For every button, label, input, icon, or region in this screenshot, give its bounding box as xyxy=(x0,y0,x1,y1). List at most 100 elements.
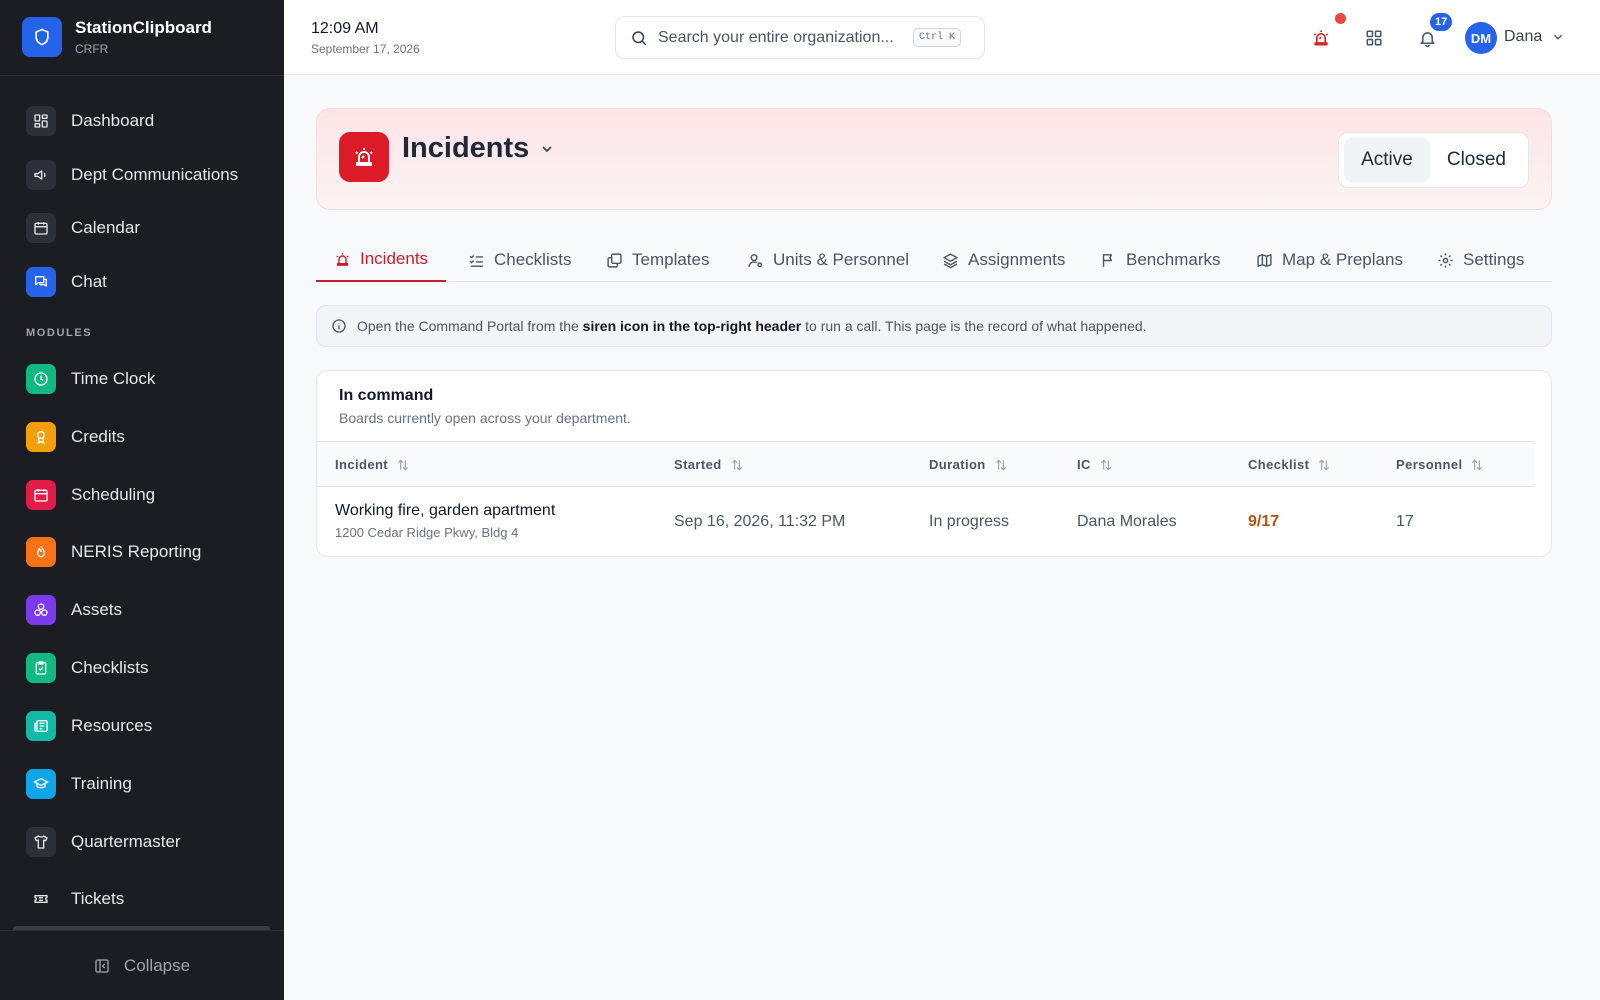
tab-bar: Incidents Checklists Templates Units & P… xyxy=(316,238,1552,282)
active-toggle-button[interactable]: Active xyxy=(1344,138,1430,182)
chevron-down-icon[interactable] xyxy=(539,141,555,162)
chevron-down-icon[interactable] xyxy=(1551,30,1565,49)
info-banner: Open the Command Portal from the siren i… xyxy=(316,305,1552,347)
sidebar-item-credits[interactable]: Credits xyxy=(26,422,125,452)
incident-address: 1200 Cedar Ridge Pkwy, Bldg 4 xyxy=(335,525,519,540)
sidebar-item-checklists[interactable]: Checklists xyxy=(26,653,148,683)
duration-cell: In progress xyxy=(929,513,1010,530)
sidebar-item-quartermaster[interactable]: Quartermaster xyxy=(26,827,181,857)
sidebar-item-label: Credits xyxy=(71,427,125,446)
tab-settings[interactable]: Settings xyxy=(1419,238,1542,282)
layers-icon xyxy=(943,252,958,268)
tab-label: Units & Personnel xyxy=(773,250,910,269)
tab-label: Checklists xyxy=(494,250,572,269)
info-icon xyxy=(332,319,346,333)
info-suffix: to run a call. This page is the record o… xyxy=(801,318,1147,334)
sidebar-item-neris-reporting[interactable]: NERIS Reporting xyxy=(26,537,201,567)
clock-date: September 17, 2026 xyxy=(311,42,420,56)
sidebar-item-chat[interactable]: Chat xyxy=(26,267,107,297)
card-subtitle: Boards currently open across your depart… xyxy=(339,410,631,426)
user-name[interactable]: Dana xyxy=(1504,28,1542,46)
column-label: IC xyxy=(1077,457,1091,472)
table-row[interactable]: Working fire, garden apartment 1200 Ceda… xyxy=(317,487,1551,556)
column-personnel[interactable]: Personnel xyxy=(1396,457,1484,472)
sort-icon xyxy=(731,459,742,470)
clock-icon xyxy=(26,364,56,394)
sidebar-item-dashboard[interactable]: Dashboard xyxy=(26,106,154,136)
closed-toggle-button[interactable]: Closed xyxy=(1430,138,1523,182)
apps-button[interactable] xyxy=(1360,24,1388,52)
search-icon xyxy=(632,30,647,45)
siren-icon xyxy=(339,132,389,182)
clock: 12:09 AM September 17, 2026 xyxy=(311,20,420,56)
collapse-label: Collapse xyxy=(123,955,191,975)
personnel-count: 17 xyxy=(1396,513,1414,530)
tab-assignments[interactable]: Assignments xyxy=(924,238,1083,282)
sidebar-item-time-clock[interactable]: Time Clock xyxy=(26,364,155,394)
checklist-progress: 9/17 xyxy=(1248,513,1280,530)
column-ic[interactable]: IC xyxy=(1077,457,1113,472)
sort-icon xyxy=(995,459,1006,470)
sidebar-item-training[interactable]: Training xyxy=(26,769,132,799)
sidebar-item-label: Calendar xyxy=(71,218,140,237)
flag-icon xyxy=(1102,253,1113,267)
sidebar-item-label: Time Clock xyxy=(71,369,156,388)
bell-icon xyxy=(1419,31,1435,47)
incident-name: Working fire, garden apartment xyxy=(335,502,556,519)
tab-benchmarks[interactable]: Benchmarks xyxy=(1082,238,1238,282)
tab-units-personnel[interactable]: Units & Personnel xyxy=(729,238,927,282)
tab-label: Incidents xyxy=(360,249,429,268)
award-icon xyxy=(26,422,56,452)
search-box[interactable]: Ctrl K xyxy=(615,16,985,59)
info-text: Open the Command Portal from the siren i… xyxy=(357,318,1147,334)
clipboard-check-icon xyxy=(26,653,56,683)
siren-button[interactable] xyxy=(1307,24,1335,52)
search-shortcut: Ctrl K xyxy=(913,28,962,47)
column-label: Incident xyxy=(335,457,389,472)
in-command-card: In command Boards currently open across … xyxy=(316,370,1552,557)
shirt-icon xyxy=(26,827,56,857)
sidebar-item-resources[interactable]: Resources xyxy=(26,711,152,741)
collapse-button[interactable]: Collapse xyxy=(0,930,284,1000)
info-prefix: Open the Command Portal from the xyxy=(357,318,583,334)
sidebar-item-label: Tickets xyxy=(71,889,125,908)
brand-name: StationClipboard xyxy=(75,18,212,37)
search-input[interactable] xyxy=(658,28,913,47)
tab-templates[interactable]: Templates xyxy=(588,238,727,282)
tab-checklists[interactable]: Checklists xyxy=(450,238,589,282)
sidebar-item-label: Resources xyxy=(71,716,153,735)
sidebar-item-label: Assets xyxy=(71,600,123,619)
incident-cell: Working fire, garden apartment 1200 Ceda… xyxy=(335,502,555,540)
list-checks-icon xyxy=(469,254,483,267)
brand[interactable]: StationClipboard CRFR xyxy=(22,17,212,57)
column-duration[interactable]: Duration xyxy=(929,457,1008,472)
graduation-cap-icon xyxy=(26,769,56,799)
started-cell: Sep 16, 2026, 11:32 PM xyxy=(674,513,846,530)
megaphone-icon xyxy=(26,160,56,190)
sidebar-item-tickets[interactable]: Tickets xyxy=(26,884,124,914)
table-header: Incident Started Duration IC Checklist P… xyxy=(317,441,1534,487)
siren-icon xyxy=(1313,30,1329,46)
avatar[interactable]: DM xyxy=(1465,22,1497,54)
tab-incidents[interactable]: Incidents xyxy=(316,238,447,282)
card-title: In command xyxy=(339,387,434,404)
sidebar-item-assets[interactable]: Assets xyxy=(26,595,122,625)
sort-icon xyxy=(397,459,409,470)
map-icon xyxy=(1257,253,1272,267)
incidents-banner: Incidents Active Closed xyxy=(316,108,1552,210)
column-incident[interactable]: Incident xyxy=(335,457,410,472)
column-label: Checklist xyxy=(1248,457,1310,472)
sort-icon xyxy=(1472,459,1483,470)
sidebar-item-scheduling[interactable]: Scheduling xyxy=(26,480,155,510)
sort-icon xyxy=(1100,459,1111,470)
sort-icon xyxy=(1319,459,1330,470)
tab-map-preplans[interactable]: Map & Preplans xyxy=(1238,238,1421,282)
column-checklist[interactable]: Checklist xyxy=(1248,457,1331,472)
apps-grid-icon xyxy=(1366,30,1382,46)
tab-label: Templates xyxy=(632,250,710,269)
sidebar-item-label: Dashboard xyxy=(71,111,155,130)
sidebar-item-calendar[interactable]: Calendar xyxy=(26,213,140,243)
column-started[interactable]: Started xyxy=(674,457,744,472)
sidebar-item-label: Scheduling xyxy=(71,485,156,504)
sidebar-item-dept-communications[interactable]: Dept Communications xyxy=(26,160,238,190)
